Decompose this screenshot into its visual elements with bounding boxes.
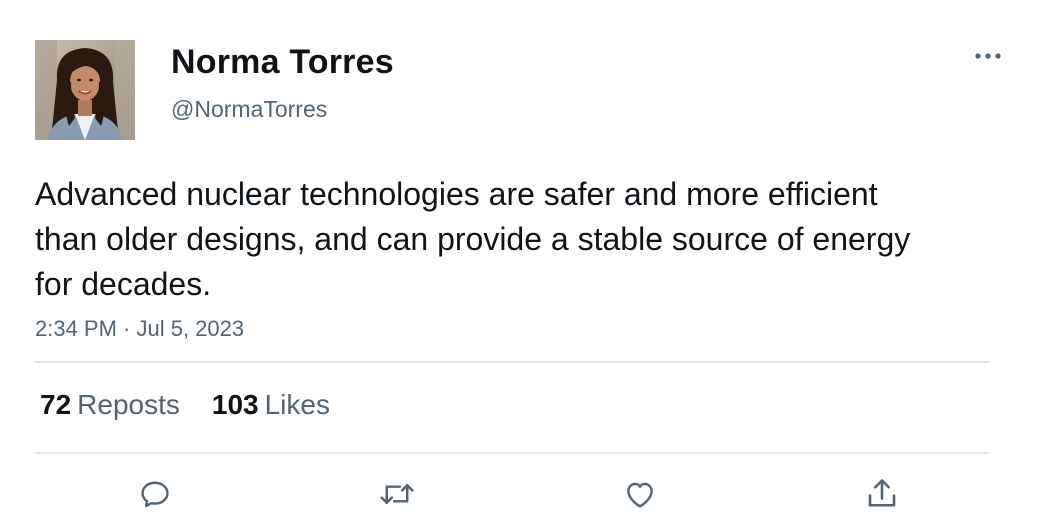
divider bbox=[35, 361, 989, 363]
reply-icon bbox=[141, 481, 169, 508]
tweet-card: Norma Torres @NormaTorres Advanced nucle… bbox=[0, 0, 1050, 525]
heart-icon bbox=[627, 482, 653, 508]
likes-count: 103 bbox=[211, 389, 259, 420]
share-icon bbox=[868, 479, 896, 507]
tweet-text: Advanced nuclear technologies are safer … bbox=[35, 176, 911, 302]
more-dots-icon[interactable] bbox=[970, 44, 1006, 68]
avatar-photo bbox=[35, 40, 135, 140]
tweet-timestamp[interactable]: 2:34 PM · Jul 5, 2023 bbox=[35, 316, 244, 342]
likes-label: Likes bbox=[264, 389, 330, 420]
reposts-count: 72 bbox=[40, 389, 72, 420]
engagement-stats: 72 Reposts 103 Likes bbox=[40, 388, 330, 422]
reply-button[interactable] bbox=[135, 474, 175, 514]
share-button[interactable] bbox=[862, 474, 902, 514]
reposts-stat[interactable]: 72 Reposts bbox=[40, 388, 180, 422]
like-button[interactable] bbox=[620, 474, 660, 514]
divider bbox=[35, 452, 989, 454]
repost-button[interactable] bbox=[377, 474, 417, 514]
user-handle[interactable]: @NormaTorres bbox=[171, 96, 327, 122]
repost-icon bbox=[380, 483, 414, 505]
display-name[interactable]: Norma Torres bbox=[171, 43, 394, 81]
avatar[interactable] bbox=[35, 40, 135, 140]
likes-stat[interactable]: 103 Likes bbox=[212, 388, 330, 422]
reposts-label: Reposts bbox=[77, 389, 180, 420]
